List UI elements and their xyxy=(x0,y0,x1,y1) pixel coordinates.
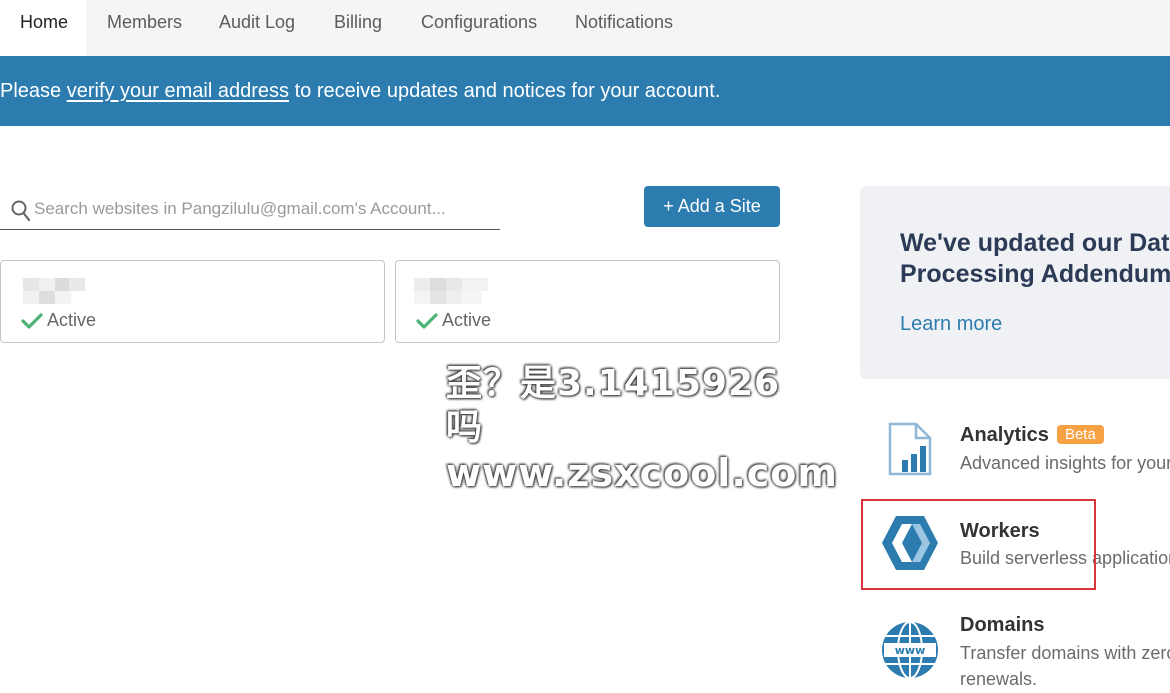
product-title: Domains xyxy=(960,614,1045,636)
tab-members[interactable]: Members xyxy=(107,0,182,56)
promo-title: We've updated our Data Processing Addend… xyxy=(900,228,1170,290)
product-title: Analytics Beta xyxy=(960,424,1104,447)
product-title: Workers xyxy=(960,520,1040,542)
watermark-line1: 歪？是3.1415926吗 xyxy=(446,363,781,448)
analytics-icon xyxy=(888,422,932,476)
tab-label: Configurations xyxy=(421,12,538,32)
tab-configurations[interactable]: Configurations xyxy=(421,0,537,56)
beta-badge: Beta xyxy=(1056,425,1104,444)
watermark: 歪？是3.1415926吗 www.zsxcool.com xyxy=(446,362,838,496)
tab-billing[interactable]: Billing xyxy=(334,0,382,56)
check-icon xyxy=(21,312,43,329)
tab-label: Audit Log xyxy=(219,12,296,32)
dpa-promo-card: We've updated our Data Processing Addend… xyxy=(860,186,1170,379)
workers-icon xyxy=(882,516,938,570)
watermark-line2: www.zsxcool.com xyxy=(446,451,838,495)
add-site-button[interactable]: + Add a Site xyxy=(644,186,780,227)
tab-label: Billing xyxy=(334,12,383,32)
site-name-redacted xyxy=(414,278,488,304)
search-icon xyxy=(11,200,31,222)
verify-email-banner: Please verify your email address to rece… xyxy=(0,56,1170,126)
promo-title-line1: We've updated our Data xyxy=(900,229,1170,257)
site-card[interactable]: Active xyxy=(0,260,385,343)
site-status: Active xyxy=(416,310,491,331)
site-status-label: Active xyxy=(47,310,97,330)
promo-title-line2: Processing Addendum xyxy=(900,260,1170,288)
site-card[interactable]: Active xyxy=(395,260,780,343)
learn-more-link[interactable]: Learn more xyxy=(900,313,1002,336)
tab-label: Members xyxy=(107,12,183,32)
tab-label: Home xyxy=(20,12,69,32)
site-search xyxy=(0,188,500,230)
verify-email-link[interactable]: verify your email address xyxy=(67,80,289,102)
svg-text:www: www xyxy=(895,644,926,657)
tab-home[interactable]: Home xyxy=(0,0,86,56)
banner-text-suffix: to receive updates and notices for your … xyxy=(289,80,721,102)
tab-notifications[interactable]: Notifications xyxy=(575,0,673,56)
site-name-redacted xyxy=(23,278,85,304)
tab-label: Notifications xyxy=(575,12,674,32)
search-input[interactable] xyxy=(34,196,494,222)
banner-text-prefix: Please xyxy=(0,80,67,102)
product-description: Transfer domains with zero xyxy=(960,643,1170,663)
product-domains[interactable]: www Domains Transfer domains with zero r… xyxy=(860,614,1170,690)
www-globe-icon: www xyxy=(882,621,938,679)
tab-audit-log[interactable]: Audit Log xyxy=(219,0,295,56)
site-status-label: Active xyxy=(442,310,492,330)
product-description: Advanced insights for your xyxy=(960,453,1170,473)
product-analytics[interactable]: Analytics Beta Advanced insights for your xyxy=(860,420,1170,480)
top-tab-bar: Home Members Audit Log Billing Configura… xyxy=(0,0,1170,56)
product-description: Build serverless applications xyxy=(960,548,1170,568)
product-description-continued: renewals. xyxy=(960,669,1038,689)
product-workers[interactable]: Workers Build serverless applications xyxy=(860,514,1170,574)
check-icon xyxy=(416,312,438,329)
site-status: Active xyxy=(21,310,96,331)
